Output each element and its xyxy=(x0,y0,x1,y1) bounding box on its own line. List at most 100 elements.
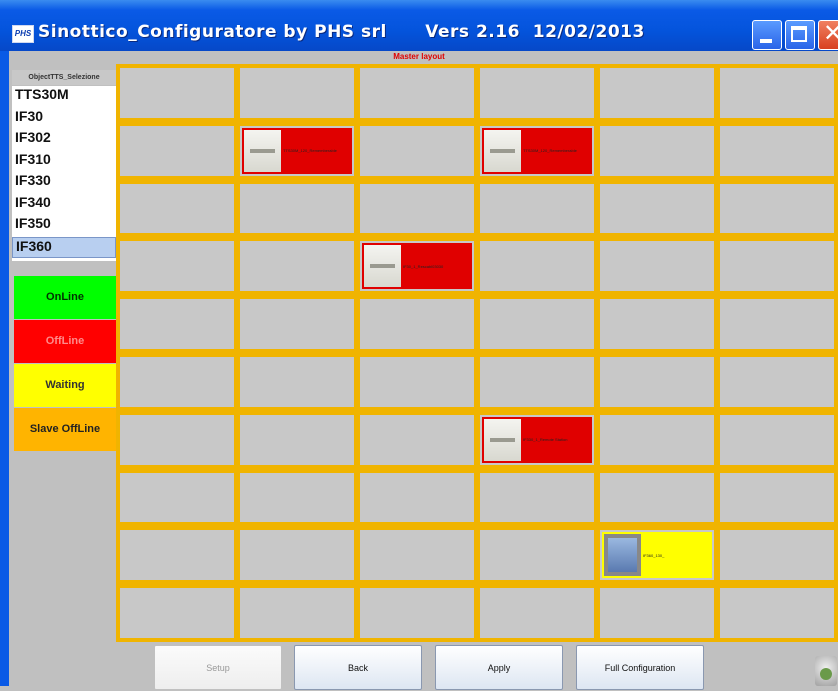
selector-item[interactable]: IF30 xyxy=(12,108,116,130)
grid-cell[interactable] xyxy=(360,299,474,349)
grid-cell[interactable] xyxy=(120,299,234,349)
close-button[interactable]: ✕ xyxy=(818,19,838,50)
grid-cell[interactable] xyxy=(600,299,714,349)
legend-slave-offline: Slave OffLine xyxy=(14,408,116,451)
grid-cell[interactable] xyxy=(240,183,354,234)
selector-item[interactable]: IF340 xyxy=(12,194,116,216)
grid-cell[interactable] xyxy=(240,299,354,349)
grid-cell[interactable] xyxy=(360,472,474,523)
device-label: IF360_130_ xyxy=(643,552,665,558)
device-tile[interactable]: TTS30M_120_Rememberable xyxy=(242,127,352,174)
device-label: IF330_1_Remote Station xyxy=(523,437,568,443)
grid-cell[interactable] xyxy=(480,588,594,638)
grid-cell[interactable] xyxy=(480,68,594,118)
grid-cell[interactable] xyxy=(120,588,234,638)
legend-label: OnLine xyxy=(46,291,84,303)
legend-offline: OffLine xyxy=(14,320,116,363)
grid-cell[interactable] xyxy=(720,68,834,118)
grid-cell[interactable] xyxy=(240,68,354,118)
grid-cell[interactable] xyxy=(720,183,834,234)
grid-cell[interactable] xyxy=(480,530,594,581)
grid-cell[interactable] xyxy=(720,588,834,638)
grid-cell[interactable] xyxy=(720,125,834,176)
grid-cell[interactable] xyxy=(360,588,474,638)
grid-cell[interactable] xyxy=(480,299,594,349)
app-logo-icon: PHS xyxy=(12,25,34,43)
window-title: Sinottico_Configuratore by PHS srl Vers … xyxy=(38,22,645,42)
grid-cell[interactable] xyxy=(120,414,234,465)
grid-cell[interactable] xyxy=(600,241,714,292)
grid-cell[interactable] xyxy=(600,125,714,176)
keypad-icon xyxy=(484,418,521,461)
grid-cell[interactable] xyxy=(360,530,474,581)
grid-cell[interactable] xyxy=(480,472,594,523)
grid-cell[interactable] xyxy=(600,588,714,638)
grid-cell[interactable] xyxy=(240,530,354,581)
grid-cell[interactable] xyxy=(720,299,834,349)
setup-button[interactable]: Setup xyxy=(154,645,282,690)
device-tile[interactable]: TTS30M_120_Rememberable xyxy=(482,127,592,174)
selector-item[interactable]: IF360 xyxy=(12,236,116,258)
grid-cell[interactable] xyxy=(480,183,594,234)
selector-item[interactable]: IF330 xyxy=(12,172,116,194)
grid-cell[interactable] xyxy=(120,183,234,234)
selector-item[interactable]: TTS30M xyxy=(12,86,116,108)
back-button[interactable]: Back xyxy=(294,645,422,690)
grid-cell[interactable] xyxy=(720,357,834,407)
grid-cell[interactable] xyxy=(120,357,234,407)
legend-label: Waiting xyxy=(45,379,85,391)
grid-cell[interactable] xyxy=(360,414,474,465)
panel-icon xyxy=(364,245,401,288)
grid-cell[interactable] xyxy=(720,472,834,523)
grid-cell[interactable] xyxy=(480,241,594,292)
selector-item[interactable]: IF350 xyxy=(12,215,116,237)
grid-cell[interactable] xyxy=(600,472,714,523)
device-tile[interactable]: IF330_1_Remote Station xyxy=(482,416,592,463)
layout-grid[interactable]: TTS30M_120_Rememberable TTS30M_120_Rememb… xyxy=(116,64,838,642)
grid-cell[interactable] xyxy=(120,472,234,523)
grid-cell[interactable] xyxy=(360,68,474,118)
full-configuration-button[interactable]: Full Configuration xyxy=(576,645,704,690)
grid-cell[interactable] xyxy=(600,68,714,118)
grid-cell[interactable] xyxy=(480,357,594,407)
recycle-bin-icon[interactable] xyxy=(815,656,837,686)
layout-title: Master layout xyxy=(393,52,445,61)
minimize-button[interactable] xyxy=(752,20,782,50)
legend-label: OffLine xyxy=(45,335,85,347)
device-label: TTS30M_120_Rememberable xyxy=(283,148,337,154)
device-tile[interactable]: IF30_1_Rescabl03030 xyxy=(362,243,472,290)
selector-item[interactable]: IF310 xyxy=(12,151,116,173)
title-bar[interactable]: PHS Sinottico_Configuratore by PHS srl V… xyxy=(0,0,838,51)
grid-cell[interactable] xyxy=(240,472,354,523)
grid-cell[interactable] xyxy=(240,588,354,638)
panel-icon xyxy=(244,129,281,172)
grid-cell[interactable] xyxy=(600,414,714,465)
grid-cell[interactable] xyxy=(240,241,354,292)
grid-cell[interactable] xyxy=(600,183,714,234)
grid-cell[interactable] xyxy=(120,241,234,292)
object-selector-list[interactable]: TTS30M IF30 IF302 IF310 IF330 IF340 IF350 IF360 xyxy=(12,86,116,261)
grid-cell[interactable] xyxy=(360,125,474,176)
grid-cell[interactable] xyxy=(120,530,234,581)
legend-waiting: Waiting xyxy=(14,364,116,407)
grid-cell[interactable] xyxy=(120,125,234,176)
selector-item[interactable]: IF302 xyxy=(12,129,116,151)
grid-cell[interactable] xyxy=(600,357,714,407)
device-label: IF30_1_Rescabl03030 xyxy=(403,263,444,269)
screen-icon xyxy=(604,534,641,577)
device-tile[interactable]: IF360_130_ xyxy=(602,532,712,579)
device-label: TTS30M_120_Rememberable xyxy=(523,148,577,154)
grid-cell[interactable] xyxy=(360,183,474,234)
maximize-button[interactable] xyxy=(785,20,815,50)
legend-label: Slave OffLine xyxy=(29,423,101,435)
grid-cell[interactable] xyxy=(720,530,834,581)
grid-cell[interactable] xyxy=(360,357,474,407)
window-frame-left xyxy=(0,51,9,686)
grid-cell[interactable] xyxy=(240,357,354,407)
grid-cell[interactable] xyxy=(720,414,834,465)
apply-button[interactable]: Apply xyxy=(435,645,563,690)
grid-cell[interactable] xyxy=(120,68,234,118)
panel-icon xyxy=(484,129,521,172)
grid-cell[interactable] xyxy=(720,241,834,292)
grid-cell[interactable] xyxy=(240,414,354,465)
